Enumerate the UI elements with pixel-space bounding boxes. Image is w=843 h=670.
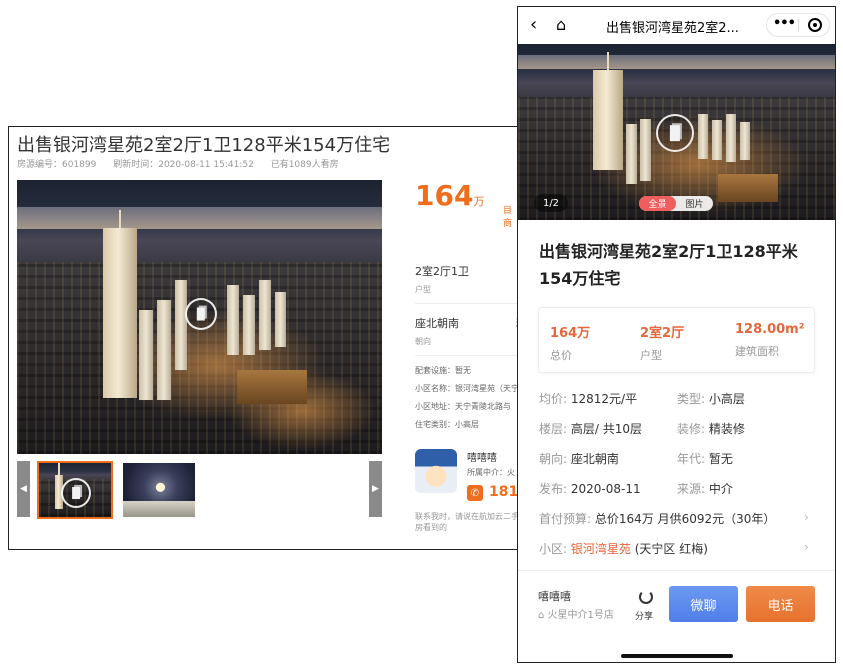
mobile-nav-bar: ‹ ⌂ 出售银河湾星苑2室2... ••• [518,7,835,44]
mini-program-capsule: ••• [766,13,830,37]
agent-store: ⌂ 火星中介1号店 [538,610,614,621]
panorama-icon [61,478,91,508]
thumbnail-2[interactable] [123,463,195,517]
price-value: 164 [415,179,474,212]
toggle-panorama[interactable]: 全景 [639,196,676,211]
share-icon[interactable] [639,590,653,604]
detail-row: 发布: 2020-08-11 [539,482,641,496]
attr-housing-type: 住宅类别：小高层 [415,420,479,429]
share-label[interactable]: 分享 [635,609,653,622]
thumbnail-1[interactable] [37,461,113,519]
close-mini-program-icon[interactable] [808,18,822,32]
agent-name: 嘻嘻嘻 [467,453,497,464]
kpi-total-price: 164万 总价 [550,326,591,362]
refresh-time: 刷新时间：2020-08-11 15:41:52 [113,160,254,170]
price-unit: 万 [473,195,485,208]
toggle-pictures[interactable]: 图片 [676,196,713,211]
kpi-area: 128.00m² 建筑面积 [735,322,805,358]
home-icon[interactable]: ⌂ [556,15,566,34]
media-toggle: 全景 图片 [639,196,713,211]
spec-orientation-label: 朝向 [415,337,431,346]
detail-row: 朝向: 座北朝南 [539,452,619,466]
bottom-action-bar: 嘻嘻嘻 ⌂ 火星中介1号店 分享 微聊 电话 [518,570,835,662]
phone-icon[interactable]: ✆ [467,485,483,501]
agent-phone[interactable]: 181- [489,484,519,500]
attr-community-address: 小区地址：天宁青陵北路与 [415,402,511,411]
thumbnail-strip: ◀ ▶ [17,461,382,519]
spec-layout-label: 户型 [415,285,431,294]
community-link[interactable]: 银河湾星苑 [571,542,631,556]
mobile-main-photo[interactable] [518,44,835,220]
main-photo[interactable] [17,180,382,454]
home-indicator[interactable] [621,654,733,658]
detail-row: 装修: 精装修 [677,422,745,436]
nav-title: 出售银河湾星苑2室2... [606,21,739,36]
detail-row: 来源: 中介 [677,482,733,496]
more-icon[interactable]: ••• [773,16,796,31]
spec-layout-value: 2室2厅1卫 [415,265,469,278]
thumb-next-arrow[interactable]: ▶ [369,461,382,517]
mobile-listing-panel: 1/2 全景 图片 ‹ ⌂ 出售银河湾星苑2室2... ••• 出售银河湾星苑2… [517,6,836,663]
listing-meta: 房源编号：601899 刷新时间：2020-08-11 15:41:52 已有1… [17,157,353,170]
chevron-right-icon[interactable]: › [804,540,809,554]
attr-facilities: 配套设施：暂无 [415,366,471,375]
community-row[interactable]: 小区: 银河湾星苑 (天宁区 红梅) [539,540,708,557]
agent-org: 所属中介：火 [467,468,515,477]
listing-title: 出售银河湾星苑2室2厅1卫128平米154万住宅 [17,135,391,156]
chat-button[interactable]: 微聊 [669,586,738,622]
thumb-prev-arrow[interactable]: ◀ [17,461,30,517]
detail-row: 年代: 暂无 [677,452,733,466]
agent-name: 嘻嘻嘻 [538,590,571,603]
detail-row: 楼层: 高层/ 共10层 [539,422,643,436]
kpi-card: 164万 总价 2室2厅 户型 128.00m² 建筑面积 [538,307,815,373]
spec-orientation-value: 座北朝南 [415,317,459,330]
back-icon[interactable]: ‹ [530,14,537,35]
price: 164万 [415,179,484,212]
budget-row[interactable]: 首付预算: 总价164万 月供6092元（30年） [539,510,775,527]
detail-row: 类型: 小高层 [677,392,745,406]
agent-avatar [415,449,457,493]
chevron-right-icon[interactable]: › [804,510,809,524]
call-button[interactable]: 电话 [746,586,815,622]
photo-counter: 1/2 [534,194,568,212]
panorama-icon[interactable] [656,114,694,152]
detail-row: 均价: 12812元/平 [539,392,638,406]
mobile-listing-title: 出售银河湾星苑2室2厅1卫128平米154万住宅 [539,242,798,288]
desktop-listing-panel: 出售银河湾星苑2室2厅1卫128平米154万住宅 房源编号：601899 刷新时… [8,126,520,550]
kpi-layout: 2室2厅 户型 [640,326,685,362]
listing-id: 房源编号：601899 [17,160,97,170]
agent-note: 联系我时，请说在航加云二手房看到的 [415,512,519,532]
viewer-count: 已有1089人看房 [270,160,339,170]
panorama-icon[interactable] [185,298,217,330]
attr-community-name[interactable]: 小区名称：银河湾星苑（天宁 [415,383,519,394]
